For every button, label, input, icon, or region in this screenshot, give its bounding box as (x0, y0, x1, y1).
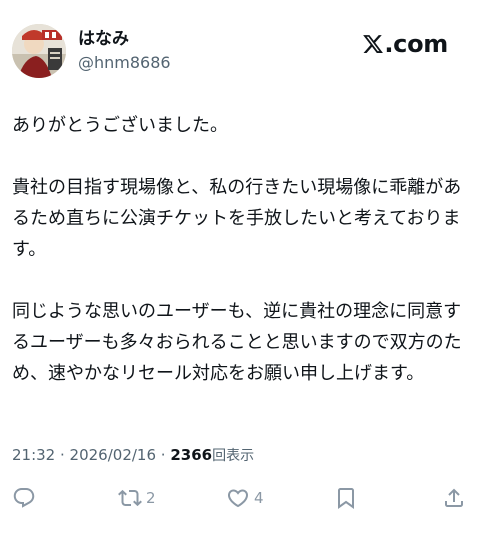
meta-separator: · (55, 446, 70, 464)
x-brand: .com (362, 30, 448, 58)
bookmark-button[interactable] (334, 484, 358, 512)
views-count: 2366 (170, 446, 213, 464)
share-button[interactable] (442, 484, 466, 512)
meta-separator: · (156, 446, 171, 464)
post-time[interactable]: 21:32 (12, 446, 55, 464)
repost-icon (118, 486, 142, 510)
reply-icon (12, 486, 36, 510)
post-card: はなみ @hnm8686 .com ありがとうございました。 貴社の目指す現場像… (0, 0, 480, 543)
heart-icon (226, 486, 250, 510)
action-bar: 2 4 (12, 484, 468, 512)
post-paragraph: 同じような思いのユーザーも、逆に貴社の理念に同意するユーザーも多々おられることと… (12, 301, 462, 384)
post-meta: 21:32 · 2026/02/16 · 2366回表示 (12, 444, 254, 467)
post-date[interactable]: 2026/02/16 (70, 446, 156, 464)
x-logo-icon (362, 33, 384, 55)
post-paragraph: 貴社の目指す現場像と、私の行きたい現場像に乖離があるため直ちに公演チケットを手放… (12, 177, 462, 260)
brand-domain: .com (384, 30, 448, 58)
reply-button[interactable] (12, 484, 36, 512)
display-name[interactable]: はなみ (78, 28, 171, 50)
user-handle[interactable]: @hnm8686 (78, 52, 171, 74)
like-button[interactable]: 4 (226, 484, 264, 512)
views-label: 回表示 (212, 448, 255, 464)
user-info[interactable]: はなみ @hnm8686 (78, 28, 171, 74)
repost-button[interactable]: 2 (118, 484, 156, 512)
bookmark-icon (334, 486, 358, 510)
share-icon (442, 486, 466, 510)
like-count: 4 (254, 489, 264, 507)
user-avatar-icon[interactable] (12, 24, 66, 78)
post-paragraph: ありがとうございました。 (12, 115, 228, 136)
post-header: はなみ @hnm8686 .com (12, 24, 468, 80)
repost-count: 2 (146, 489, 156, 507)
post-text: ありがとうございました。 貴社の目指す現場像と、私の行きたい現場像に乖離があるた… (12, 110, 468, 420)
